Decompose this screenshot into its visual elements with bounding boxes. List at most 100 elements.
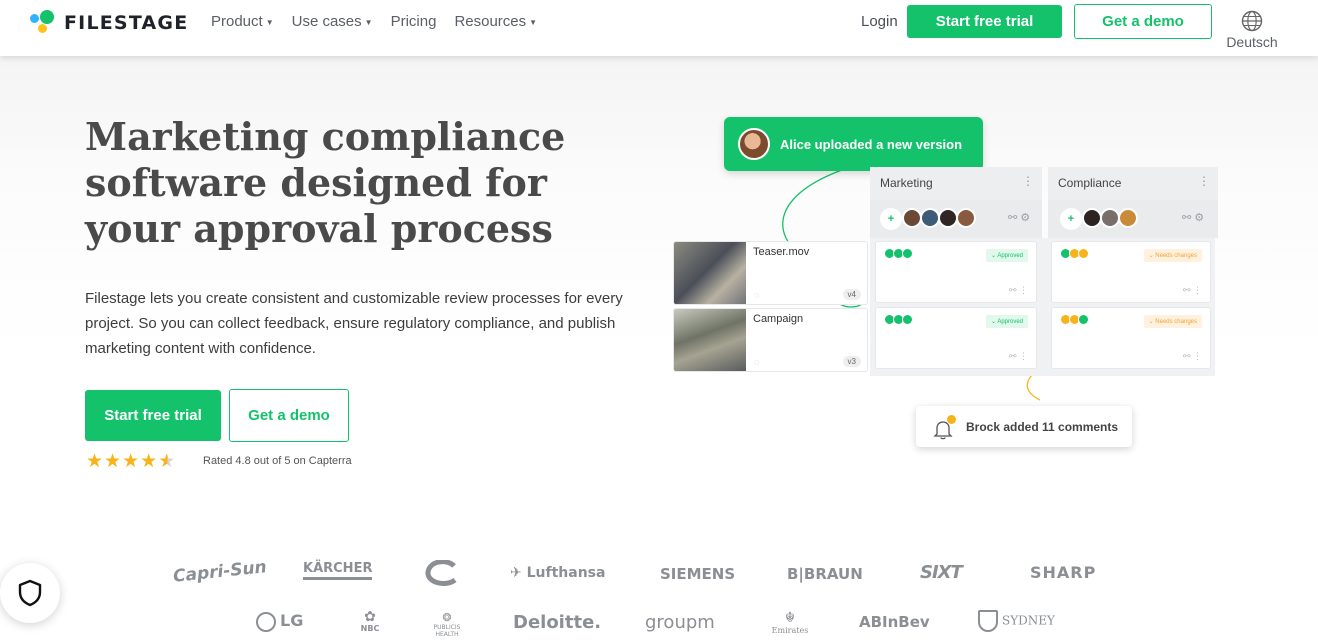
status-badge-label: Approved [997, 253, 1023, 259]
shield-icon [18, 579, 42, 607]
file-name: Campaign [753, 313, 804, 325]
avatar [1100, 208, 1120, 228]
chevron-down-icon: ▼ [265, 17, 274, 27]
column-title: Marketing [880, 176, 933, 190]
status-badge: ⌄ Needs changes [1143, 249, 1202, 262]
file-thumbnail [674, 242, 746, 304]
brand-logo-groupm: groupm [645, 612, 715, 633]
file-item-campaign[interactable]: Campaign ◌ v3 [673, 308, 868, 372]
brand-logo-nbc: ✿ NBC [356, 610, 384, 633]
top-navigation: FILESTAGE Product ▼ Use cases ▼ Pricing Re… [0, 0, 1318, 56]
column-toolbar: + ⚯ ⚙ [1048, 200, 1218, 238]
column-toolbar: + ⚯ ⚙ [870, 200, 1042, 238]
link-settings-icon[interactable]: ⚯ ⚙ [1182, 211, 1204, 224]
brand-name: PUBLICIS HEALTH [433, 624, 461, 638]
menu-item-resources[interactable]: Resources ▼ [454, 13, 537, 30]
card-actions-icon[interactable]: ⚯ ⋮ [1009, 351, 1028, 362]
status-badge: ⌄ Needs changes [1143, 315, 1202, 328]
comment-icon: ◌ [754, 357, 760, 367]
brand-name: LG [280, 611, 304, 630]
brand-logo-bears-icon [425, 560, 457, 586]
brand-name: Emirates [771, 626, 809, 635]
language-label: Deutsch [1226, 34, 1278, 50]
filestage-logo[interactable]: FILESTAGE [30, 10, 188, 36]
avatar [1118, 208, 1138, 228]
reviewer-status-dots [1060, 248, 1089, 259]
brand-logo-lg: LG [256, 611, 303, 632]
status-badge: ⌄ Approved [985, 315, 1028, 328]
avatar [938, 208, 958, 228]
brand-logo-sydney: SYDNEY [978, 610, 1055, 632]
reviewer-status-dots [884, 314, 913, 325]
brand-logo-sixt: SIXT [920, 562, 963, 583]
status-badge-label: Needs changes [1155, 253, 1197, 259]
review-card[interactable]: ⌄ Needs changes ⚯ ⋮ [1051, 241, 1211, 303]
avatar [1082, 208, 1102, 228]
review-card[interactable]: ⌄ Approved ⚯ ⋮ [875, 241, 1037, 303]
university-crest-icon [978, 610, 998, 632]
brand-logo-emirates: ☬ Emirates [770, 610, 810, 635]
chevron-down-icon: ▼ [364, 17, 373, 27]
file-thumbnail [674, 309, 746, 371]
chevron-down-icon: ▼ [529, 17, 538, 27]
file-item-teaser[interactable]: Teaser.mov ◌ v4 [673, 241, 868, 305]
version-badge: v4 [842, 289, 861, 300]
logo-text: FILESTAGE [64, 12, 189, 34]
add-user-icon[interactable]: + [1060, 208, 1082, 230]
brand-logo-publicis: ❂ PUBLICIS HEALTH [430, 611, 464, 638]
emirates-mark-icon: ☬ [785, 610, 795, 626]
upload-notification: Alice uploaded a new version [724, 117, 983, 171]
menu-item-product[interactable]: Product ▼ [211, 13, 274, 30]
login-link[interactable]: Login [861, 13, 898, 30]
column-header-marketing: Marketing ⋮ [870, 167, 1042, 200]
brand-logo-siemens: SIEMENS [660, 565, 736, 583]
avatar [956, 208, 976, 228]
privacy-settings-button[interactable] [0, 563, 60, 623]
lg-circle-icon [256, 611, 276, 632]
more-icon[interactable]: ⋮ [1198, 174, 1210, 188]
version-badge: v3 [842, 356, 861, 367]
menu-item-use-cases[interactable]: Use cases ▼ [292, 13, 373, 30]
logo-mark-icon [30, 10, 60, 36]
menu-item-label: Pricing [390, 13, 437, 30]
file-name: Teaser.mov [753, 246, 810, 258]
brand-logo-lufthansa: ✈ Lufthansa [510, 565, 606, 581]
brand-logo-deloitte: Deloitte. [513, 612, 602, 633]
add-user-icon[interactable]: + [880, 208, 902, 230]
column-header-compliance: Compliance ⋮ [1048, 167, 1218, 200]
avatar [920, 208, 940, 228]
menu-item-label: Product [211, 13, 263, 30]
brand-logo-bbraun: B|BRAUN [787, 565, 863, 583]
comment-notification: Brock added 11 comments [916, 406, 1132, 447]
more-icon[interactable]: ⋮ [1022, 174, 1034, 188]
review-board: Marketing ⋮ Compliance ⋮ + ⚯ ⚙ + ⚯ ⚙ ⌄ A… [870, 167, 1220, 376]
reviewer-status-dots [1060, 314, 1089, 325]
reviewer-status-dots [884, 248, 913, 259]
get-a-demo-button[interactable]: Get a demo [1074, 4, 1212, 39]
menu-item-label: Resources [454, 13, 527, 30]
main-menu: Product ▼ Use cases ▼ Pricing Resources ▼ [211, 13, 555, 30]
menu-item-pricing[interactable]: Pricing [391, 13, 437, 30]
brand-logo-abinbev: ABInBev [859, 613, 930, 631]
globe-icon [1241, 10, 1263, 32]
brand-name: NBC [360, 624, 380, 633]
brand-name: Lufthansa [526, 565, 606, 581]
language-switcher[interactable]: Deutsch [1222, 10, 1282, 50]
card-actions-icon[interactable]: ⚯ ⋮ [1183, 285, 1202, 296]
review-card[interactable]: ⌄ Needs changes ⚯ ⋮ [1051, 307, 1211, 369]
start-free-trial-button[interactable]: Start free trial [907, 5, 1062, 38]
upload-notification-text: Alice uploaded a new version [780, 136, 963, 152]
status-badge-label: Needs changes [1155, 319, 1197, 325]
product-illustration: Alice uploaded a new version Marketing ⋮… [0, 0, 1318, 640]
card-actions-icon[interactable]: ⚯ ⋮ [1009, 285, 1028, 296]
column-title: Compliance [1058, 176, 1122, 190]
link-settings-icon[interactable]: ⚯ ⚙ [1008, 211, 1030, 224]
bell-icon [932, 414, 956, 439]
status-badge-label: Approved [997, 319, 1023, 325]
comment-notification-text: Brock added 11 comments [966, 419, 1119, 434]
publicis-mark-icon: ❂ [442, 611, 452, 624]
brand-logo-sharp: SHARP [1030, 563, 1097, 582]
review-card[interactable]: ⌄ Approved ⚯ ⋮ [875, 307, 1037, 369]
peacock-icon: ✿ [364, 609, 376, 625]
card-actions-icon[interactable]: ⚯ ⋮ [1183, 351, 1202, 362]
